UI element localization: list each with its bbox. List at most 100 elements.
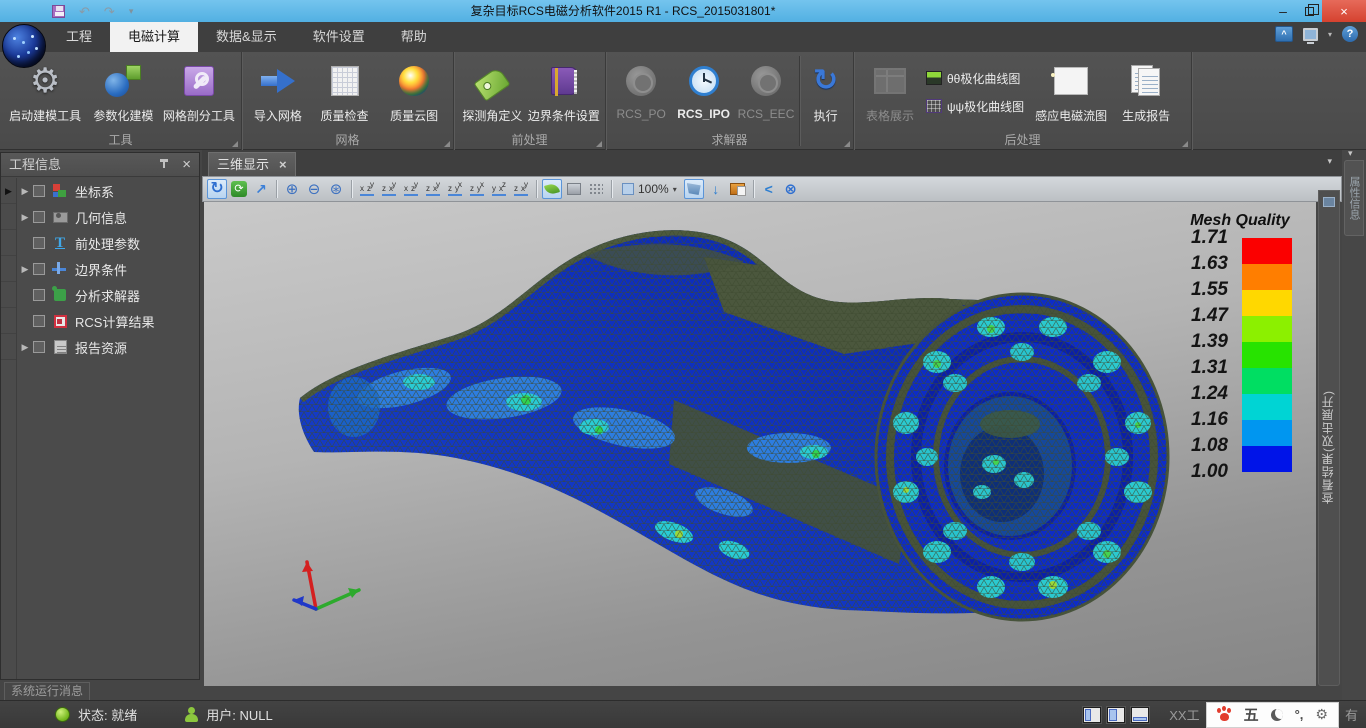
execute-button[interactable]: ↻ 执行 (802, 56, 849, 124)
minimize-button[interactable]: – (1270, 0, 1296, 22)
export-folder-button[interactable] (728, 179, 748, 199)
view-preset-button[interactable]: zxy (379, 179, 399, 199)
expander-icon[interactable]: ▶ (17, 264, 33, 275)
tab-overflow-icon[interactable]: ▾ (1327, 156, 1332, 167)
group-dialog-launcher[interactable] (444, 141, 450, 147)
layout-bottom-panel-icon[interactable] (1131, 707, 1149, 723)
zoom-fit-button[interactable]: ⊛ (326, 179, 346, 199)
menu-tab-settings[interactable]: 软件设置 (295, 22, 383, 52)
panel-close-icon[interactable]: × (182, 153, 191, 177)
view-preset-button[interactable]: zyx (467, 179, 487, 199)
expander-icon[interactable]: ▶ (17, 342, 33, 353)
layout-wide-panel-icon[interactable] (1107, 707, 1125, 723)
tab-close-icon[interactable]: × (279, 154, 287, 176)
generate-report-button[interactable]: 生成报告 (1114, 56, 1178, 124)
rotate-view-button[interactable]: ↻ (207, 179, 227, 199)
pan-view-button[interactable]: ↗ (251, 179, 271, 199)
view-preset-button[interactable]: xzy (401, 179, 421, 199)
psi-polarization-curve-button[interactable]: ψψ极化曲线图 (922, 95, 1028, 117)
share-button[interactable]: < (759, 179, 779, 199)
menu-tab-data-display[interactable]: 数据&显示 (198, 22, 295, 52)
layout-left-panel-icon[interactable] (1083, 707, 1101, 723)
group-dialog-launcher[interactable] (844, 141, 850, 147)
legend-value: 1.00 (1170, 461, 1228, 483)
parametric-modeling-button[interactable]: 参数化建模 (86, 56, 160, 124)
system-messages-tab[interactable]: 系统运行消息 (4, 682, 90, 700)
monitor-dropdown-icon[interactable]: ▾ (1328, 30, 1332, 39)
ime-moon-icon[interactable] (1271, 709, 1283, 721)
zoom-in-button[interactable]: ⊕ (282, 179, 302, 199)
menu-tab-help[interactable]: 帮助 (383, 22, 445, 52)
view-preset-button[interactable]: yxz (489, 179, 509, 199)
plane-view-button[interactable] (564, 179, 584, 199)
tree-item-solver[interactable]: 分析求解器 (17, 282, 199, 308)
rcs-ipo-button[interactable]: RCS_IPO (672, 56, 734, 121)
collapse-ribbon-icon[interactable]: ^ (1275, 26, 1293, 42)
view-preset-button[interactable]: zxy (511, 179, 531, 199)
grid-toggle-button[interactable] (586, 179, 606, 199)
tree-item-geometry-info[interactable]: ▶ 几何信息 (17, 204, 199, 230)
zoom-level-dropdown[interactable]: 100% ▾ (617, 179, 682, 199)
pin-icon[interactable] (159, 159, 169, 171)
detect-angle-button[interactable]: 探测角定义 (458, 56, 527, 124)
expander-icon[interactable]: ▶ (17, 186, 33, 197)
close-view-button[interactable]: ⊗ (781, 179, 801, 199)
help-icon[interactable]: ? (1342, 26, 1358, 42)
quality-check-button[interactable]: 质量检查 (310, 56, 380, 124)
app-logo[interactable] (2, 24, 46, 68)
tree-item-boundary-conditions[interactable]: ▶ 边界条件 (17, 256, 199, 282)
close-button[interactable]: × (1322, 0, 1366, 22)
snapshot-button[interactable] (684, 179, 704, 199)
boundary-condition-button[interactable]: 边界条件设置 (527, 56, 601, 124)
group-dialog-launcher[interactable] (596, 141, 602, 147)
tab-3d-display[interactable]: 三维显示 × (208, 152, 296, 176)
viewport-3d[interactable]: Mesh Quality 1.711.631.551.471.391.311.2… (204, 202, 1316, 686)
mesh-partition-tool-button[interactable]: 网格剖分工具 (161, 56, 237, 124)
refresh-view-button[interactable]: ⟳ (229, 179, 249, 199)
boundary-icon (51, 261, 69, 277)
expander-icon[interactable]: ▶ (17, 212, 33, 223)
checkbox[interactable] (33, 263, 45, 275)
project-panel-title: 工程信息 (9, 157, 61, 172)
checkbox[interactable] (33, 211, 45, 223)
menu-tab-project[interactable]: 工程 (48, 22, 110, 52)
tree-item-report-resources[interactable]: ▶ 报告资源 (17, 334, 199, 360)
restore-button[interactable] (1296, 0, 1322, 22)
dock-dropdown-icon[interactable]: ▾ (1348, 148, 1353, 159)
quality-cloudmap-button[interactable]: 质量云图 (379, 56, 449, 124)
tree-item-coordinate-system[interactable]: ▶ 坐标系 (17, 178, 199, 204)
view-preset-button[interactable]: zxy (423, 179, 443, 199)
ime-punctuation-label[interactable]: °, (1295, 707, 1304, 722)
save-view-button[interactable]: ↓ (706, 179, 726, 199)
monitor-icon[interactable] (1303, 28, 1318, 41)
plane-icon (567, 183, 581, 195)
sphere-cube-icon (105, 65, 141, 97)
theta-polarization-curve-button[interactable]: θθ极化曲线图 (922, 67, 1028, 89)
results-vertical-tab[interactable]: 查看结果(双击展开) (1318, 190, 1340, 686)
tree-item-preprocess-params[interactable]: T 前处理参数 (17, 230, 199, 256)
view-preset-button[interactable]: zyx (445, 179, 465, 199)
checkbox[interactable] (33, 341, 45, 353)
checkbox[interactable] (33, 289, 45, 301)
window-title: 复杂目标RCS电磁分析软件2015 R1 - RCS_2015031801* (0, 0, 1246, 22)
group-dialog-launcher[interactable] (1182, 141, 1188, 147)
ime-paw-icon[interactable] (1217, 708, 1232, 721)
property-info-tab[interactable]: 属性信息 (1344, 160, 1364, 236)
legend-value: 1.31 (1170, 357, 1228, 379)
zoom-out-button[interactable]: ⊖ (304, 179, 324, 199)
ime-gear-icon[interactable]: ⚙ (1315, 706, 1328, 723)
project-info-panel: 工程信息 × ▶ ▶ 坐标系 ▶ 几何 (0, 152, 200, 680)
checkbox[interactable] (33, 185, 45, 197)
mesh-model (204, 202, 1316, 686)
shaded-view-button[interactable] (542, 179, 562, 199)
induced-current-map-button[interactable]: 感应电磁流图 (1028, 56, 1114, 124)
checkbox[interactable] (33, 315, 45, 327)
ime-wubi-label[interactable]: 五 (1244, 704, 1259, 725)
group-dialog-launcher[interactable] (232, 141, 238, 147)
tree-item-rcs-results[interactable]: RCS计算结果 (17, 308, 199, 334)
view-preset-button[interactable]: xzy (357, 179, 377, 199)
checkbox[interactable] (33, 237, 45, 249)
menu-tab-em-compute[interactable]: 电磁计算 (110, 22, 198, 52)
import-mesh-button[interactable]: 导入网格 (246, 56, 310, 124)
ime-toolbar[interactable]: 五 °, ⚙ (1206, 702, 1339, 728)
